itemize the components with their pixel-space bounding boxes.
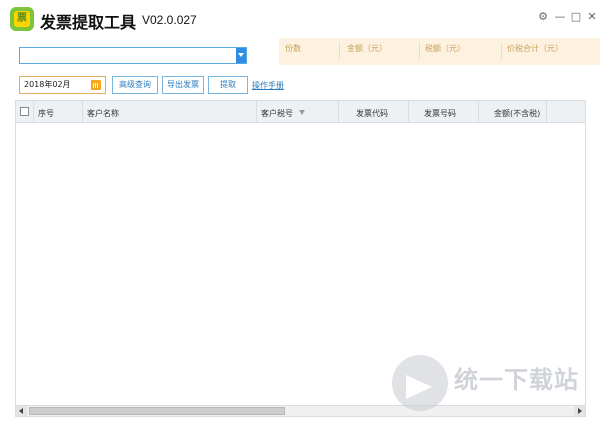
column-divider [256, 101, 257, 123]
settings-icon[interactable]: ⚙ [536, 10, 550, 24]
column-divider [82, 101, 83, 123]
column-header-index[interactable]: 序号 [38, 108, 54, 119]
summary-divider [419, 42, 420, 60]
minimize-icon[interactable]: — [553, 10, 567, 24]
table-header: 序号 客户名称 客户税号 发票代码 发票号码 金额(不含税) [16, 101, 585, 123]
summary-amount-label: 金额（元） [347, 44, 387, 53]
column-header-customer-tax-id[interactable]: 客户税号 [261, 108, 293, 119]
scrollbar-thumb[interactable] [29, 407, 285, 415]
sort-icon[interactable] [299, 110, 305, 115]
summary-count-label: 份数 [285, 44, 301, 53]
manual-link[interactable]: 操作手册 [252, 80, 284, 91]
summary-panel: 份数 金额（元） 税额（元） 价税合计（元） [279, 38, 600, 65]
summary-tax-label: 税额（元） [425, 44, 465, 53]
column-divider [33, 101, 34, 123]
logo-icon: 票 [14, 11, 30, 27]
arrow-left-icon [19, 408, 23, 414]
date-picker[interactable]: 2018年02月 [19, 76, 106, 94]
column-divider [546, 101, 547, 123]
column-divider [338, 101, 339, 123]
column-header-invoice-code[interactable]: 发票代码 [356, 108, 388, 119]
column-divider [408, 101, 409, 123]
extract-button[interactable]: 提取 [208, 76, 248, 94]
summary-divider [339, 42, 340, 60]
date-value: 2018年02月 [24, 80, 71, 89]
watermark-text: 统一下载站 [454, 366, 579, 394]
company-select[interactable] [19, 47, 247, 64]
dropdown-button[interactable] [236, 48, 246, 63]
column-divider [478, 101, 479, 123]
chevron-down-icon [238, 53, 244, 57]
scroll-left-button[interactable] [16, 406, 27, 416]
watermark: 统一下载站 [392, 350, 582, 420]
export-invoice-button[interactable]: 导出发票 [162, 76, 204, 94]
advanced-query-button[interactable]: 高级查询 [112, 76, 158, 94]
column-header-invoice-number[interactable]: 发票号码 [424, 108, 456, 119]
app-title: 发票提取工具 [40, 13, 137, 32]
close-icon[interactable]: ✕ [585, 10, 599, 24]
select-all-checkbox[interactable] [20, 107, 29, 116]
app-version: V02.0.027 [142, 13, 197, 27]
summary-divider [501, 42, 502, 60]
column-header-amount[interactable]: 金额(不含税) [494, 108, 540, 119]
paper-plane-icon [406, 375, 432, 399]
title-bar: 票 发票提取工具 V02.0.027 ⚙ — □ ✕ [0, 0, 600, 38]
maximize-icon[interactable]: □ [569, 10, 583, 24]
app-logo: 票 [10, 7, 34, 31]
summary-total-label: 价税合计（元） [507, 44, 563, 53]
calendar-icon[interactable] [91, 80, 101, 90]
watermark-logo-icon [392, 355, 448, 411]
column-header-customer-name[interactable]: 客户名称 [87, 108, 119, 119]
